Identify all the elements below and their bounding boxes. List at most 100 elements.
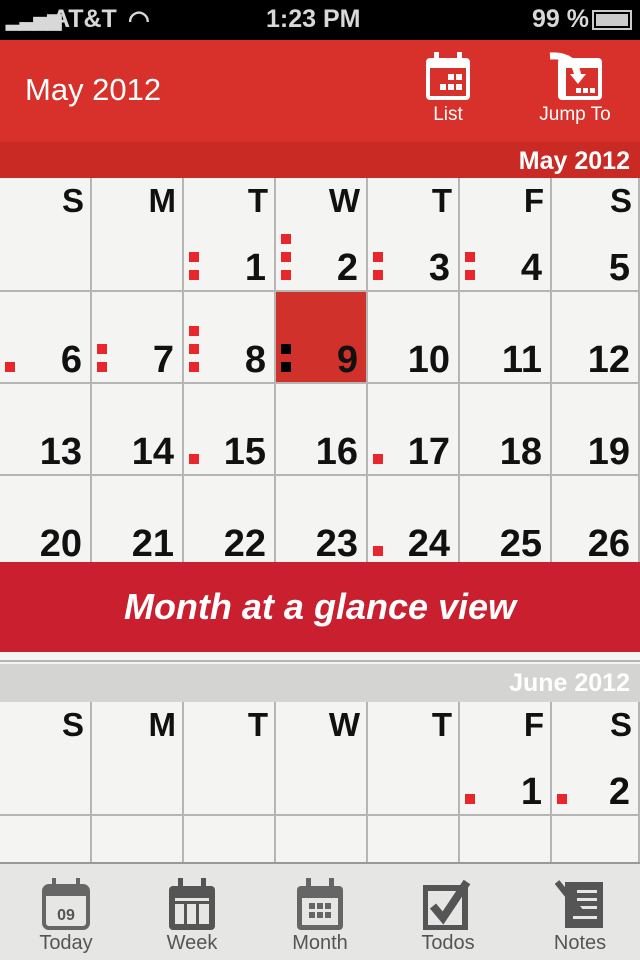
event-marker	[97, 344, 107, 354]
day-number: 12	[587, 339, 630, 381]
clock: 1:23 PM	[266, 5, 361, 33]
day-cell[interactable]: 6	[0, 292, 92, 384]
day-cell[interactable]: 2	[276, 178, 368, 292]
day-cell	[0, 178, 92, 292]
day-cell[interactable]: 15	[184, 384, 276, 476]
day-number: 4	[520, 247, 542, 289]
day-cell[interactable]: 26	[552, 476, 640, 568]
day-cell	[92, 702, 184, 816]
day-cell[interactable]: 14	[92, 384, 184, 476]
may-month-header: May 2012	[0, 142, 640, 178]
tab-label: Week	[166, 932, 218, 954]
day-cell[interactable]: 20	[0, 476, 92, 568]
day-cell[interactable]: 17	[368, 384, 460, 476]
feature-banner: Month at a glance view	[0, 562, 640, 652]
day-cell[interactable]: 6	[276, 816, 368, 862]
event-marker	[189, 362, 199, 372]
event-marker	[373, 252, 383, 262]
day-cell[interactable]: 4	[460, 178, 552, 292]
day-cell	[368, 702, 460, 816]
jump-to-label: Jump To	[539, 104, 611, 125]
day-number: 15	[223, 431, 266, 473]
day-cell[interactable]: 1	[460, 702, 552, 816]
day-cell[interactable]: 11	[460, 292, 552, 384]
day-cell[interactable]: 19	[552, 384, 640, 476]
day-cell[interactable]: 1	[184, 178, 276, 292]
checkbox-icon	[423, 879, 471, 930]
list-button[interactable]: List	[420, 52, 476, 126]
day-cell[interactable]: 8	[184, 292, 276, 384]
tab-week[interactable]: Week	[142, 878, 242, 955]
day-cell[interactable]: 7	[368, 816, 460, 862]
day-cell[interactable]: 10	[368, 292, 460, 384]
event-marker	[189, 270, 199, 280]
day-number: 14	[131, 431, 174, 473]
day-number: 16	[315, 431, 358, 473]
event-marker	[189, 454, 199, 464]
day-number: 8	[244, 339, 266, 381]
calendar-week-icon	[169, 878, 215, 930]
event-marker	[189, 344, 199, 354]
event-marker	[373, 270, 383, 280]
calendar-list-icon	[426, 52, 470, 100]
day-cell[interactable]: 16	[276, 384, 368, 476]
event-marker	[189, 252, 199, 262]
tab-label: Todos	[421, 932, 475, 954]
event-marker	[281, 344, 291, 354]
tab-todos[interactable]: Todos	[398, 878, 498, 955]
event-marker	[189, 326, 199, 336]
day-cell[interactable]: 13	[0, 384, 92, 476]
day-cell[interactable]: 7	[92, 292, 184, 384]
day-cell[interactable]: 9	[276, 292, 368, 384]
notes-icon	[555, 880, 603, 928]
calendar-today-icon: 09	[42, 878, 90, 930]
day-number: 7	[152, 339, 174, 381]
day-number: 23	[315, 523, 358, 565]
day-number: 21	[131, 523, 174, 565]
day-cell[interactable]: 21	[92, 476, 184, 568]
day-cell[interactable]: 8	[460, 816, 552, 862]
tab-today[interactable]: 09 Today	[16, 878, 116, 955]
jump-to-button[interactable]: Jump To	[530, 52, 620, 126]
day-cell[interactable]: 22	[184, 476, 276, 568]
day-number: 2	[608, 771, 630, 813]
nav-header: May 2012 List Jump To	[0, 40, 640, 142]
carrier: AT&T	[52, 5, 117, 33]
day-number: 20	[39, 523, 82, 565]
today-date: 09	[57, 907, 75, 924]
day-cell[interactable]: 3	[0, 816, 92, 862]
day-number: 18	[499, 431, 542, 473]
day-cell[interactable]: 9	[552, 816, 640, 862]
tab-month[interactable]: Month	[270, 878, 370, 955]
event-marker	[373, 454, 383, 464]
day-cell[interactable]: 23	[276, 476, 368, 568]
header-title: May 2012	[25, 72, 162, 107]
day-cell[interactable]: 2	[552, 702, 640, 816]
calendar-jump-icon	[549, 52, 602, 100]
day-cell[interactable]: 5	[184, 816, 276, 862]
day-number: 13	[39, 431, 82, 473]
day-cell[interactable]: 4	[92, 816, 184, 862]
day-cell[interactable]: 3	[368, 178, 460, 292]
tab-label: Notes	[553, 932, 607, 954]
day-cell[interactable]: 12	[552, 292, 640, 384]
day-number: 24	[407, 523, 450, 565]
event-marker	[281, 270, 291, 280]
event-marker	[97, 362, 107, 372]
day-number: 2	[336, 247, 358, 289]
event-marker	[373, 546, 383, 556]
day-cell	[276, 702, 368, 816]
event-marker	[281, 362, 291, 372]
tab-label: Today	[39, 932, 93, 954]
battery-level: 99 %	[532, 5, 589, 33]
day-cell[interactable]: 18	[460, 384, 552, 476]
day-cell[interactable]: 25	[460, 476, 552, 568]
day-number: 25	[499, 523, 542, 565]
event-marker	[281, 252, 291, 262]
day-cell	[92, 178, 184, 292]
day-cell[interactable]: 24	[368, 476, 460, 568]
day-cell[interactable]: 5	[552, 178, 640, 292]
tab-bar: 09 Today Week Month Todos Notes	[0, 862, 640, 960]
tab-notes[interactable]: Notes	[530, 878, 630, 955]
day-number: 1	[520, 771, 542, 813]
